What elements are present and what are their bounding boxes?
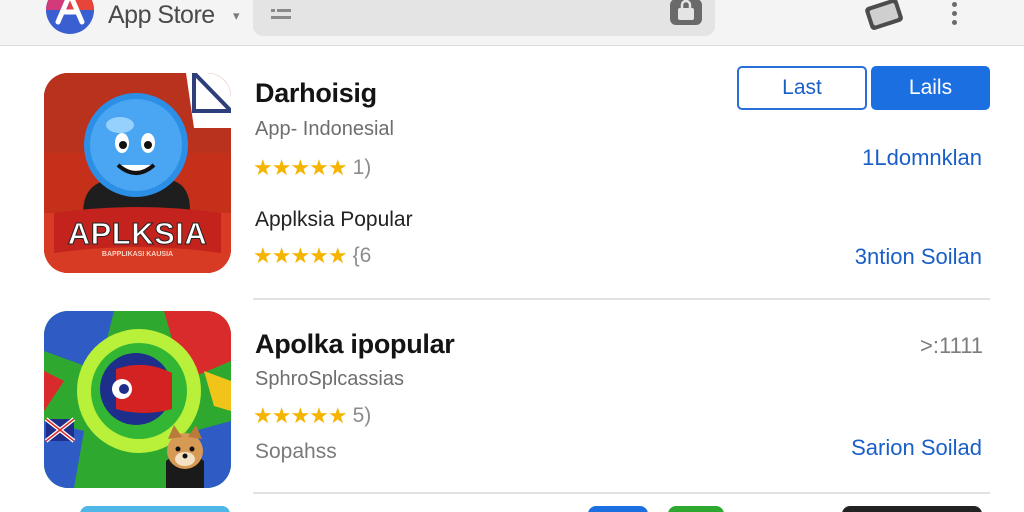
shopping-bag-icon[interactable] [670,0,702,25]
list-icon[interactable] [271,8,291,20]
more-arrow-link[interactable]: >:1111 [920,333,983,359]
app-icon-apolka[interactable] [44,311,231,488]
app-icon-label: APLKSIA [67,216,208,252]
rating-count: 1) [352,156,372,179]
app-rating: ★★★★★ 5) [253,404,371,428]
app-store-title: App Store [108,1,215,29]
rating-count: {6 [352,244,372,267]
star-rating-icon: ★★★★★ [253,243,348,268]
action-link[interactable]: 3ntion Soilan [855,244,982,270]
download-link[interactable]: 1Ldomnklan [862,145,982,171]
app-store-logo-icon[interactable] [44,0,96,38]
next-app-button-dark[interactable] [842,506,982,512]
lails-button[interactable]: Lails [871,66,990,110]
app-icon-small-label: BAPPLIKASI KAUSIA [101,251,174,258]
next-app-icon[interactable] [80,506,230,512]
more-vert-icon[interactable] [940,0,968,30]
next-app-badge [668,506,724,512]
star-rating-icon: ★★★★★ [253,155,348,180]
app-subtitle: App- Indonesial [255,118,394,140]
app-rating: ★★★★★ 1) [253,156,371,180]
search-bar[interactable] [253,0,715,36]
app-title[interactable]: Darhoisig [255,78,377,109]
top-bar: App Store ▾ [0,0,1024,46]
app-secondary-title[interactable]: Applksia Popular [255,208,413,232]
star-rating-icon: ★★★★★ [253,403,348,428]
next-app-button[interactable] [588,506,648,512]
action-link[interactable]: Sarion Soilad [851,435,982,461]
app-secondary-title: Sopahss [255,440,337,463]
app-title[interactable]: Apolka ipopular [255,329,455,360]
row-divider [253,298,990,300]
app-secondary-rating: ★★★★★ {6 [253,244,371,268]
app-subtitle: SphroSplcassias [255,368,404,390]
app-icon-aplksia[interactable]: APLKSIA BAPPLIKASI KAUSIA [44,73,231,273]
last-button[interactable]: Last [737,66,867,110]
chevron-down-icon[interactable]: ▾ [233,8,240,24]
cast-icon[interactable] [862,0,908,32]
row-divider [253,492,990,494]
rating-count: 5) [352,404,372,427]
